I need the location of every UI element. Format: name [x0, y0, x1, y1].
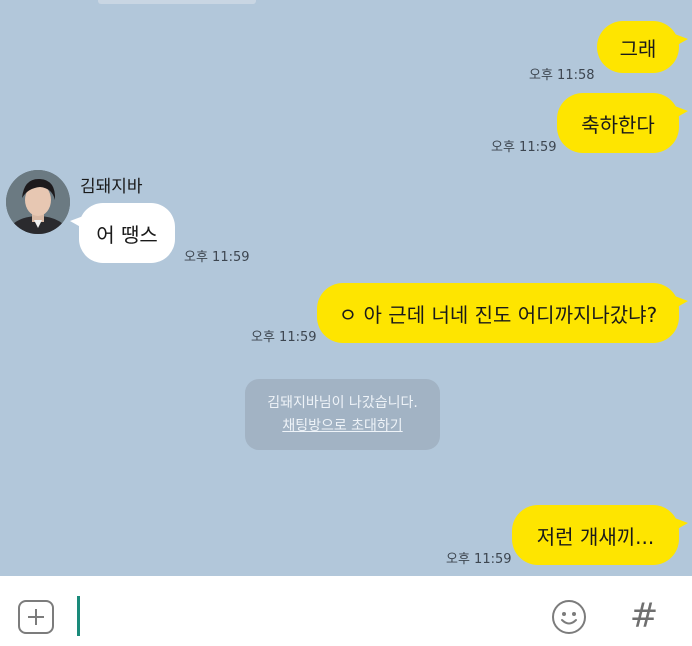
notice-text: 김돼지바님이 나갔습니다. — [267, 394, 418, 411]
plus-icon[interactable] — [18, 600, 54, 634]
message-text: 축하한다 — [581, 112, 655, 137]
my-message-bubble[interactable]: ㅇ 아 근데 너네 진도 어디까지나갔냐? — [317, 283, 688, 343]
my-message-bubble[interactable]: 저런 개새끼... — [512, 505, 688, 565]
message-time: 오후 11:59 — [251, 330, 317, 345]
my-message-bubble[interactable]: 그래 — [597, 21, 688, 73]
text-cursor — [77, 596, 80, 636]
my-message-bubble[interactable]: 축하한다 — [557, 93, 688, 153]
message-time: 오후 11:58 — [529, 68, 595, 83]
message-time: 오후 11:59 — [446, 552, 512, 567]
message-text: ㅇ 아 근데 너네 진도 어디까지나갔냐? — [338, 302, 658, 327]
leave-notice: 김돼지바님이 나갔습니다. 채팅방으로 초대하기 — [245, 379, 440, 450]
chat-area: 그래 오후 11:58 축하한다 오후 11:59 김돼지바 어 땡스 오후 1… — [0, 0, 692, 576]
previous-bubble-edge — [98, 0, 256, 4]
message-input[interactable] — [70, 590, 534, 642]
message-text: 그래 — [619, 36, 657, 61]
message-text: 어 땡스 — [96, 222, 158, 247]
sender-name: 김돼지바 — [80, 177, 143, 197]
contact-avatar[interactable] — [6, 170, 70, 234]
message-time: 오후 11:59 — [184, 250, 250, 265]
message-text: 저런 개새끼... — [536, 524, 655, 549]
smiley-icon[interactable] — [551, 599, 587, 635]
invite-link[interactable]: 채팅방으로 초대하기 — [282, 415, 402, 438]
their-message-bubble[interactable]: 어 땡스 — [70, 203, 175, 263]
hash-icon[interactable]: # — [628, 596, 660, 636]
avatar-photo — [6, 170, 70, 234]
message-time: 오후 11:59 — [491, 140, 557, 155]
